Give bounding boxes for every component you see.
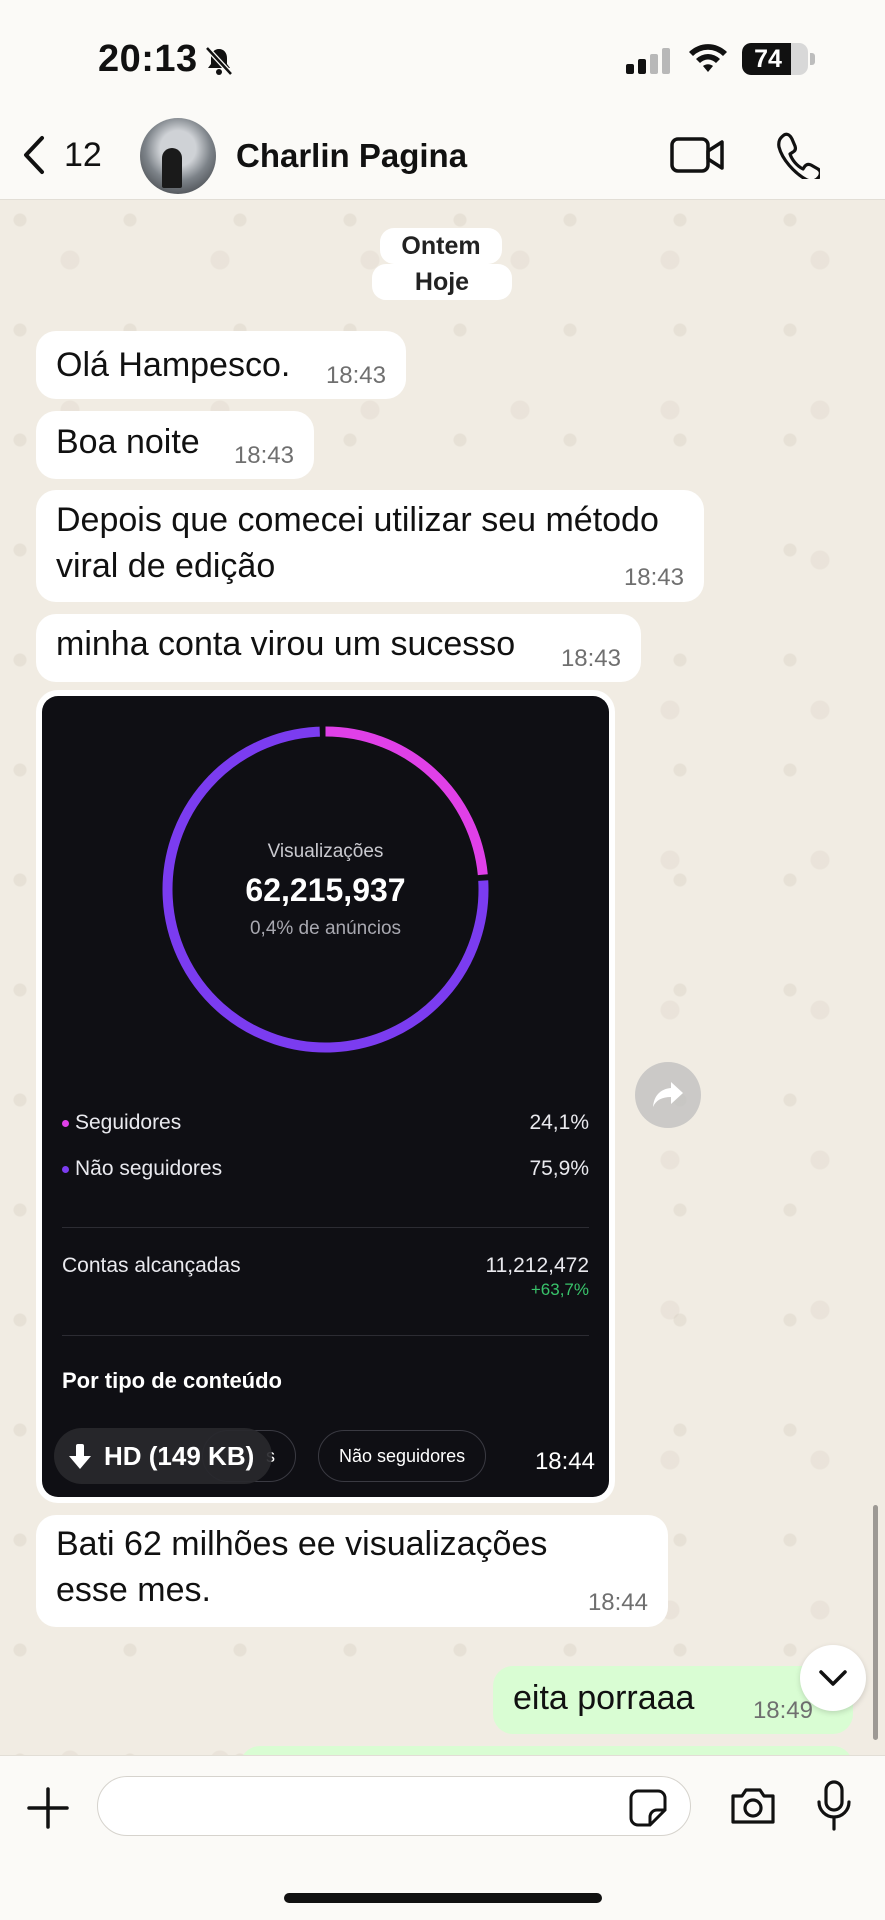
microphone-icon bbox=[817, 1780, 851, 1831]
message-bubble[interactable]: Bati 62 milhões ee visualizações esse me… bbox=[36, 1515, 668, 1627]
message-text: eita porraaa bbox=[513, 1679, 695, 1717]
voice-call-button[interactable] bbox=[776, 131, 822, 184]
battery-percent: 74 bbox=[754, 45, 782, 73]
phone-icon bbox=[777, 132, 822, 183]
video-camera-icon bbox=[670, 137, 724, 173]
non-followers-dot bbox=[62, 1165, 69, 1173]
cellular-signal-icon bbox=[626, 48, 674, 79]
hd-download-button[interactable]: HD (149 KB) bbox=[54, 1428, 273, 1484]
content-type-title: Por tipo de conteúdo bbox=[62, 1368, 282, 1393]
battery-tip bbox=[810, 53, 815, 65]
unread-count: 12 bbox=[64, 135, 102, 174]
chevron-down-icon bbox=[819, 1670, 847, 1686]
status-time: 20:13 bbox=[98, 38, 198, 80]
views-value: 62,215,937 bbox=[245, 872, 406, 908]
forward-arrow-icon bbox=[653, 1082, 683, 1107]
wifi-icon bbox=[688, 44, 728, 79]
legend-followers: Seguidores 24,1% bbox=[62, 1111, 589, 1135]
message-text: minha conta virou um sucesso bbox=[56, 625, 516, 663]
legend-non-followers: Não seguidores 75,9% bbox=[62, 1157, 589, 1181]
date-label-yesterday: Ontem bbox=[380, 228, 502, 264]
non-followers-label: Não seguidores bbox=[75, 1157, 223, 1180]
attach-button[interactable] bbox=[26, 1786, 70, 1835]
date-label-today: Hoje bbox=[372, 264, 512, 300]
message-input[interactable] bbox=[97, 1776, 691, 1836]
video-call-button[interactable] bbox=[670, 133, 726, 182]
battery-icon: 74 bbox=[742, 43, 808, 75]
camera-icon bbox=[731, 1788, 775, 1824]
message-time: 18:43 bbox=[233, 442, 294, 469]
message-text: Depois que comecei utilizar seu método v… bbox=[56, 501, 659, 585]
composer-bar bbox=[0, 1755, 885, 1920]
message-bubble[interactable]: Olá Hampesco. 18:43 bbox=[36, 331, 406, 399]
chat-header: 12 Charlin Pagina bbox=[0, 115, 885, 200]
sticker-button[interactable] bbox=[628, 1788, 668, 1833]
hd-label: HD (149 KB) bbox=[104, 1441, 255, 1471]
reach-change: +63,7% bbox=[530, 1280, 589, 1299]
media-time: 18:44 bbox=[534, 1448, 595, 1475]
divider bbox=[62, 1335, 589, 1336]
message-time: 18:44 bbox=[587, 1589, 648, 1616]
divider bbox=[62, 1227, 589, 1228]
followers-label: Seguidores bbox=[75, 1111, 182, 1134]
insights-screenshot[interactable]: Visualizações 62,215,937 0,4% de anúncio… bbox=[42, 696, 609, 1497]
reach-value: 11,212,472 bbox=[485, 1254, 589, 1277]
message-text: Boa noite bbox=[56, 423, 200, 461]
message-bubble[interactable]: Boa noite 18:43 bbox=[36, 411, 314, 479]
message-bubble[interactable]: Depois que comecei utilizar seu método v… bbox=[36, 490, 704, 602]
forward-button[interactable] bbox=[635, 1062, 701, 1128]
message-bubble[interactable]: minha conta virou um sucesso 18:43 bbox=[36, 614, 641, 682]
back-button[interactable]: 12 bbox=[22, 135, 102, 175]
message-time: 18:43 bbox=[623, 564, 684, 591]
chevron-left-icon bbox=[24, 136, 44, 174]
microphone-button[interactable] bbox=[816, 1780, 852, 1837]
sticker-icon bbox=[629, 1789, 667, 1827]
plus-icon bbox=[27, 1787, 69, 1829]
message-text: Olá Hampesco. bbox=[56, 346, 291, 384]
message-time: 18:43 bbox=[560, 645, 621, 672]
non-followers-pct: 75,9% bbox=[529, 1157, 589, 1180]
camera-button[interactable] bbox=[729, 1784, 777, 1833]
followers-pct: 24,1% bbox=[529, 1111, 589, 1134]
outgoing-message-bubble[interactable] bbox=[240, 1746, 853, 1755]
chat-area[interactable]: Ontem Hoje Olá Hampesco. 18:43 Boa noite… bbox=[0, 200, 885, 1755]
message-time: 18:43 bbox=[325, 362, 386, 389]
image-message[interactable]: Visualizações 62,215,937 0,4% de anúncio… bbox=[36, 690, 615, 1503]
home-indicator bbox=[284, 1893, 602, 1903]
reach-label: Contas alcançadas bbox=[62, 1254, 241, 1277]
avatar[interactable] bbox=[140, 118, 216, 194]
contact-name[interactable]: Charlin Pagina bbox=[236, 137, 467, 175]
message-text: Bati 62 milhões ee visualizações esse me… bbox=[56, 1525, 548, 1609]
ads-share: 0,4% de anúncios bbox=[249, 918, 402, 939]
status-bar: 20:13 74 bbox=[0, 0, 885, 115]
outgoing-message-bubble[interactable]: eita porraaa 18:49 bbox=[493, 1666, 853, 1734]
silent-bell-icon bbox=[205, 46, 233, 81]
filter-chip-non-followers: Não seguidores bbox=[318, 1430, 487, 1482]
followers-dot bbox=[62, 1119, 69, 1127]
scroll-to-bottom-button[interactable] bbox=[800, 1645, 866, 1711]
download-arrow-icon bbox=[69, 1444, 91, 1469]
scrollbar[interactable] bbox=[873, 1505, 878, 1740]
views-label: Visualizações bbox=[267, 841, 384, 862]
